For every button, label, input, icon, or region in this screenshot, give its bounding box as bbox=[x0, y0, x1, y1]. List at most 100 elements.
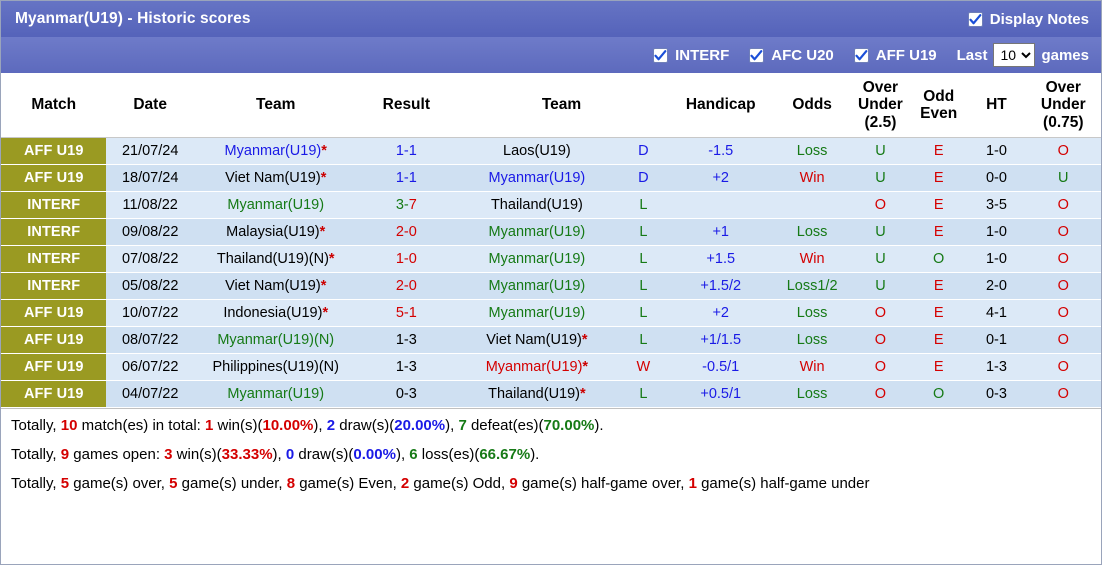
interf-checkbox[interactable] bbox=[653, 47, 669, 63]
half-time-score: 4-1 bbox=[967, 299, 1026, 328]
home-team: Myanmar(U19) bbox=[193, 191, 358, 220]
league-badge: AFF U19 bbox=[1, 299, 107, 328]
aff-u19-checkbox[interactable] bbox=[853, 47, 869, 63]
result-score: 0-3 bbox=[395, 386, 417, 403]
table-row[interactable]: INTERF 11/08/22 Myanmar(U19) 3-7 Thailand(U1… bbox=[1, 191, 1101, 220]
col-home-team: Team bbox=[193, 73, 358, 139]
away-team: Myanmar(U19) bbox=[455, 218, 619, 247]
over-under-25: U bbox=[850, 218, 911, 247]
half-time-score: 0-0 bbox=[967, 164, 1026, 193]
odds-result: Loss bbox=[773, 326, 851, 355]
half-time-score: 1-0 bbox=[967, 137, 1026, 166]
table-row[interactable]: INTERF 05/08/22 Viet Nam(U19)* 2-0 Myanmar(U… bbox=[1, 272, 1101, 301]
odd-even: E bbox=[910, 218, 968, 247]
match-date: 08/07/22 bbox=[106, 326, 194, 355]
table-row[interactable]: AFF U19 10/07/22 Indonesia(U19)* 5-1 Myanmar… bbox=[1, 299, 1101, 328]
result-score: 2-0 bbox=[395, 224, 417, 241]
display-notes-checkbox[interactable] bbox=[967, 11, 983, 27]
half-time-score: 0-3 bbox=[967, 380, 1026, 409]
over-under-25: U bbox=[850, 245, 911, 274]
match-result: 2-0 bbox=[357, 218, 456, 247]
home-team-text: Myanmar(U19)(N) bbox=[217, 332, 335, 349]
historic-scores-table: Match Date Team Result Team Handicap Odd… bbox=[1, 73, 1101, 409]
col-over-under-075: Over Under (0.75) bbox=[1025, 73, 1101, 139]
odds-result: Loss1/2 bbox=[773, 272, 851, 301]
home-team-text: Viet Nam(U19) bbox=[225, 278, 321, 295]
games-label: games bbox=[1041, 46, 1089, 64]
filter-interf[interactable]: INTERF bbox=[653, 47, 729, 64]
filter-bar: INTERF AFC U20 AFF U19 Last 510203050 ga… bbox=[1, 37, 1101, 73]
odds-result: Loss bbox=[773, 380, 851, 409]
over-under-25: U bbox=[850, 137, 911, 166]
win-draw-loss: L bbox=[618, 299, 668, 328]
handicap-value: +1.5 bbox=[667, 245, 774, 274]
odd-even: O bbox=[910, 380, 968, 409]
table-row[interactable]: AFF U19 18/07/24 Viet Nam(U19)* 1-1 Myanmar(… bbox=[1, 164, 1101, 193]
over-under-075: O bbox=[1025, 380, 1101, 409]
odd-even: E bbox=[910, 164, 968, 193]
away-team: Viet Nam(U19)* bbox=[455, 326, 619, 355]
table-row[interactable]: AFF U19 04/07/22 Myanmar(U19) 0-3 Thailand(U… bbox=[1, 380, 1101, 409]
panel-titlebar: Myanmar(U19) - Historic scores Display N… bbox=[1, 1, 1101, 37]
odds-result: Loss bbox=[773, 299, 851, 328]
result-score: 1-0 bbox=[395, 251, 417, 268]
table-row[interactable]: INTERF 09/08/22 Malaysia(U19)* 2-0 Myanmar(U… bbox=[1, 218, 1101, 247]
league-badge: AFF U19 bbox=[1, 353, 107, 382]
over-under-25: O bbox=[850, 299, 911, 328]
filter-aff-u19[interactable]: AFF U19 bbox=[853, 47, 937, 64]
over-under-25: O bbox=[850, 380, 911, 409]
away-team-text: Thailand(U19) bbox=[490, 197, 583, 214]
table-header-row: Match Date Team Result Team Handicap Odd… bbox=[1, 73, 1101, 139]
home-team: Viet Nam(U19)* bbox=[193, 164, 358, 193]
page-title: Myanmar(U19) - Historic scores bbox=[15, 10, 251, 27]
odds-result: Win bbox=[773, 353, 851, 382]
over-under-075: O bbox=[1025, 353, 1101, 382]
odd-even: E bbox=[910, 272, 968, 301]
result-away-goals: 7 bbox=[408, 197, 417, 214]
odds-result: Loss bbox=[773, 218, 851, 247]
odd-even: E bbox=[910, 191, 968, 220]
table-row[interactable]: INTERF 07/08/22 Thailand(U19)(N)* 1-0 Myanma… bbox=[1, 245, 1101, 274]
games-count-select[interactable]: 510203050 bbox=[993, 43, 1036, 67]
half-time-score: 2-0 bbox=[967, 272, 1026, 301]
away-team-text: Viet Nam(U19) bbox=[486, 332, 582, 349]
away-team-text: Myanmar(U19) bbox=[488, 170, 586, 187]
away-team: Myanmar(U19)* bbox=[455, 353, 619, 382]
match-date: 07/08/22 bbox=[106, 245, 194, 274]
home-advantage-star: * bbox=[322, 305, 329, 322]
home-team-text: Malaysia(U19) bbox=[226, 224, 320, 241]
home-team-text: Viet Nam(U19) bbox=[225, 170, 321, 187]
half-time-score: 1-3 bbox=[967, 353, 1026, 382]
away-team-text: Myanmar(U19) bbox=[488, 251, 586, 268]
home-advantage-star: * bbox=[580, 386, 586, 403]
away-team: Myanmar(U19) bbox=[455, 164, 619, 193]
summary-line-3: Totally, 5 game(s) over, 5 game(s) under… bbox=[11, 475, 870, 493]
win-draw-loss: L bbox=[618, 218, 668, 247]
afc-u20-label: AFC U20 bbox=[771, 46, 834, 64]
afc-u20-checkbox[interactable] bbox=[749, 47, 765, 63]
odds-result: Loss bbox=[773, 137, 851, 166]
result-score: 1-3 bbox=[395, 332, 417, 349]
result-score: 1-3 bbox=[395, 359, 417, 376]
interf-label: INTERF bbox=[675, 46, 730, 64]
half-time-score: 1-0 bbox=[967, 218, 1026, 247]
win-draw-loss: D bbox=[618, 137, 668, 166]
league-badge: INTERF bbox=[1, 191, 107, 220]
last-games-control: Last 510203050 games bbox=[957, 43, 1089, 67]
match-date: 18/07/24 bbox=[106, 164, 194, 193]
filter-afc-u20[interactable]: AFC U20 bbox=[749, 47, 834, 64]
odds-result: Win bbox=[773, 245, 851, 274]
over-under-075: O bbox=[1025, 272, 1101, 301]
handicap-value: +0.5/1 bbox=[667, 380, 774, 409]
display-notes-toggle[interactable]: Display Notes bbox=[967, 11, 1089, 28]
over-under-25: O bbox=[850, 353, 911, 382]
table-row[interactable]: AFF U19 21/07/24 Myanmar(U19)* 1-1 Laos(U19)… bbox=[1, 137, 1101, 166]
away-team-text: Myanmar(U19) bbox=[488, 224, 586, 241]
col-date: Date bbox=[106, 73, 194, 139]
home-team-text: Indonesia(U19) bbox=[223, 305, 323, 322]
table-row[interactable]: AFF U19 08/07/22 Myanmar(U19)(N) 1-3 Viet Na… bbox=[1, 326, 1101, 355]
handicap-value bbox=[667, 191, 774, 220]
table-row[interactable]: AFF U19 06/07/22 Philippines(U19)(N) 1-3 Mya… bbox=[1, 353, 1101, 382]
home-team: Philippines(U19)(N) bbox=[193, 353, 358, 382]
away-team: Myanmar(U19) bbox=[455, 272, 619, 301]
